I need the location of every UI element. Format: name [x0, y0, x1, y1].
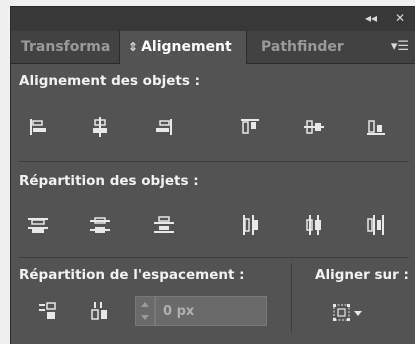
align-panel: ◂◂ ✕ Transforma ⇕ Alignement Pathfinder ▾…	[10, 6, 415, 344]
stepper-down-icon[interactable]	[141, 315, 149, 320]
spacing-input[interactable]	[155, 296, 267, 326]
align-right-icon[interactable]	[151, 115, 177, 139]
distribute-spacing-label: Répartition de l'espacement :	[19, 267, 245, 283]
collapse-panel-icon[interactable]: ◂◂	[365, 10, 377, 26]
distribute-left-icon[interactable]	[237, 213, 263, 237]
section-vertical-divider	[291, 263, 292, 333]
panel-tabs: Transforma ⇕ Alignement Pathfinder ▾☰	[11, 31, 415, 64]
align-to-selection-dropdown[interactable]	[329, 301, 369, 325]
spacing-stepper[interactable]	[135, 296, 155, 326]
panel-titlebar: ◂◂ ✕	[11, 7, 415, 31]
horizontal-distribute-space-icon[interactable]	[87, 299, 113, 323]
distribute-vertical-center-icon[interactable]	[87, 213, 113, 237]
distribute-right-icon[interactable]	[363, 213, 389, 237]
section-divider	[19, 257, 409, 258]
align-to-label: Aligner sur :	[315, 267, 409, 283]
align-horizontal-center-icon[interactable]	[87, 115, 113, 139]
distribute-bottom-icon[interactable]	[151, 213, 177, 237]
close-panel-icon[interactable]: ✕	[395, 10, 405, 26]
stepper-up-icon[interactable]	[141, 302, 149, 307]
tab-transform[interactable]: Transforma	[11, 31, 119, 63]
align-top-icon[interactable]	[237, 115, 263, 139]
tab-expand-arrows-icon: ⇕	[128, 40, 139, 54]
align-bottom-icon[interactable]	[363, 115, 389, 139]
align-left-icon[interactable]	[25, 115, 51, 139]
align-objects-label: Alignement des objets :	[19, 73, 200, 89]
panel-menu-icon[interactable]: ▾☰	[391, 31, 409, 63]
distribute-top-icon[interactable]	[25, 213, 51, 237]
align-vertical-center-icon[interactable]	[301, 115, 327, 139]
tab-alignment[interactable]: ⇕ Alignement	[119, 31, 247, 64]
section-divider	[19, 161, 409, 162]
tab-pathfinder[interactable]: Pathfinder	[247, 31, 367, 63]
distribute-objects-label: Répartition des objets :	[19, 173, 199, 189]
vertical-distribute-space-icon[interactable]	[35, 299, 61, 323]
distribute-horizontal-center-icon[interactable]	[301, 213, 327, 237]
